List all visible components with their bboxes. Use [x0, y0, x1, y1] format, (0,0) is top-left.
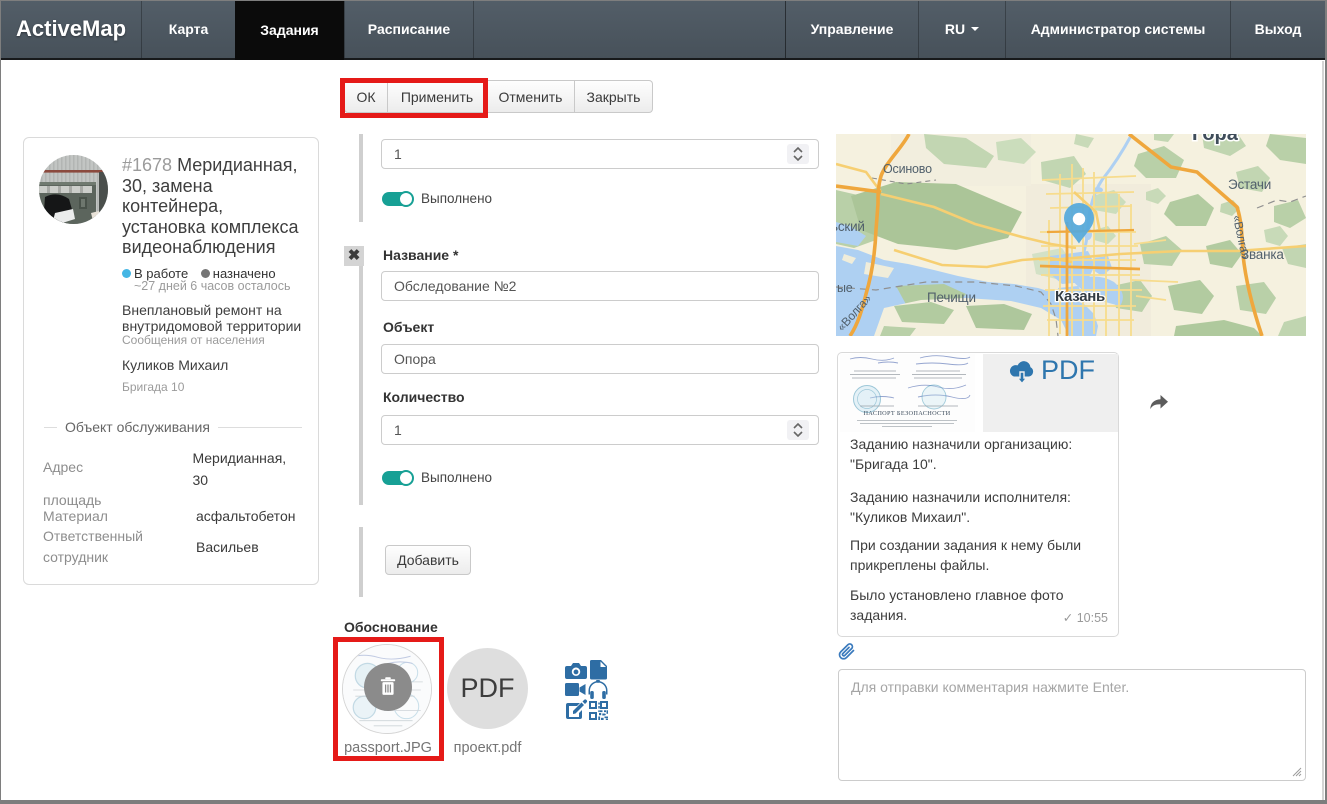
svg-text:Эстачи: Эстачи — [1228, 177, 1271, 192]
svg-text:Казань: Казань — [1055, 288, 1105, 305]
svg-text:Печищи: Печищи — [927, 290, 976, 305]
svg-text:Гора: Гора — [1192, 134, 1239, 145]
svg-text:ые: ые — [837, 281, 853, 295]
svg-text:ьский: ьский — [836, 219, 865, 234]
svg-text:Осиново: Осиново — [883, 162, 932, 176]
svg-text:ПАСПОРТ БЕЗОПАСНОСТИ: ПАСПОРТ БЕЗОПАСНОСТИ — [863, 410, 950, 417]
